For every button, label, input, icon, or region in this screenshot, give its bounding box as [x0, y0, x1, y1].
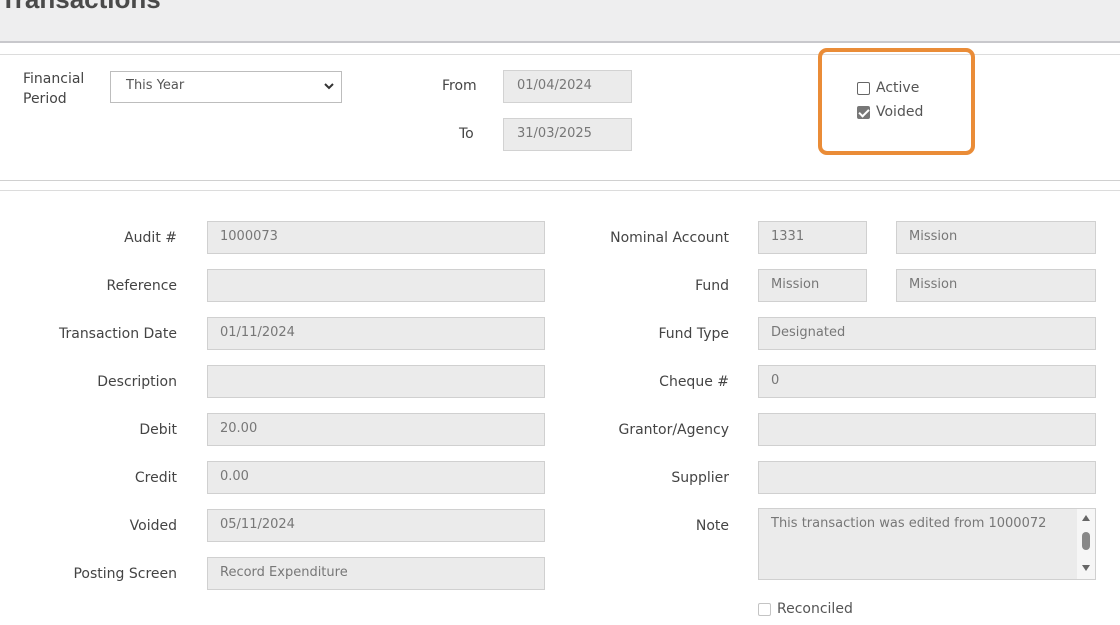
- nominal-account-name-field[interactable]: Mission: [896, 221, 1096, 254]
- description-label: Description: [97, 374, 177, 390]
- from-date-field[interactable]: 01/04/2024: [503, 70, 632, 103]
- transaction-date-label: Transaction Date: [58, 326, 177, 342]
- description-field[interactable]: [207, 365, 545, 398]
- reconciled-label: Reconciled: [777, 601, 853, 617]
- reconciled-checkbox-row[interactable]: Reconciled: [758, 601, 853, 617]
- cheque-label: Cheque #: [659, 374, 729, 390]
- financial-period-select[interactable]: This Year: [110, 71, 342, 103]
- fund-label: Fund: [695, 278, 729, 294]
- scroll-thumb[interactable]: [1082, 532, 1090, 550]
- debit-field[interactable]: 20.00: [207, 413, 545, 446]
- supplier-field[interactable]: [758, 461, 1096, 494]
- scroll-down-icon[interactable]: [1082, 565, 1090, 571]
- voided-date-label: Voided: [129, 518, 177, 534]
- credit-field[interactable]: 0.00: [207, 461, 545, 494]
- grantor-field[interactable]: [758, 413, 1096, 446]
- transaction-date-field[interactable]: 01/11/2024: [207, 317, 545, 350]
- fund-code-field[interactable]: Mission: [758, 269, 867, 302]
- page-title: st Transactions: [0, 0, 161, 15]
- supplier-label: Supplier: [671, 470, 729, 486]
- scroll-up-icon[interactable]: [1082, 515, 1090, 521]
- audit-label: Audit #: [124, 230, 177, 246]
- divider: [0, 190, 1120, 191]
- audit-field[interactable]: 1000073: [207, 221, 545, 254]
- posting-screen-field[interactable]: Record Expenditure: [207, 557, 545, 590]
- reference-label: Reference: [106, 278, 178, 294]
- credit-label: Credit: [134, 470, 177, 486]
- from-label: From: [442, 78, 477, 94]
- nominal-account-label: Nominal Account: [610, 230, 729, 246]
- grantor-label: Grantor/Agency: [618, 422, 729, 438]
- highlight-box: [818, 48, 975, 155]
- chevron-down-icon: [324, 83, 334, 90]
- header-bar: st Transactions: [0, 0, 1120, 43]
- fund-type-field[interactable]: Designated: [758, 317, 1096, 350]
- posting-screen-label: Posting Screen: [73, 566, 177, 582]
- to-label: To: [459, 126, 474, 142]
- reconciled-checkbox[interactable]: [758, 602, 771, 616]
- note-scrollbar[interactable]: [1077, 509, 1095, 579]
- note-textarea[interactable]: This transaction was edited from 1000072: [758, 508, 1096, 580]
- note-label: Note: [695, 518, 729, 534]
- cheque-field[interactable]: 0: [758, 365, 1096, 398]
- fund-type-label: Fund Type: [658, 326, 729, 342]
- nominal-account-code-field[interactable]: 1331: [758, 221, 867, 254]
- reference-field[interactable]: [207, 269, 545, 302]
- to-date-field[interactable]: 31/03/2025: [503, 118, 632, 151]
- financial-period-label: Financial Period: [23, 71, 85, 107]
- financial-period-value: This Year: [126, 78, 185, 93]
- note-text: This transaction was edited from 1000072: [771, 516, 1047, 531]
- debit-label: Debit: [139, 422, 177, 438]
- fund-name-field[interactable]: Mission: [896, 269, 1096, 302]
- voided-date-field[interactable]: 05/11/2024: [207, 509, 545, 542]
